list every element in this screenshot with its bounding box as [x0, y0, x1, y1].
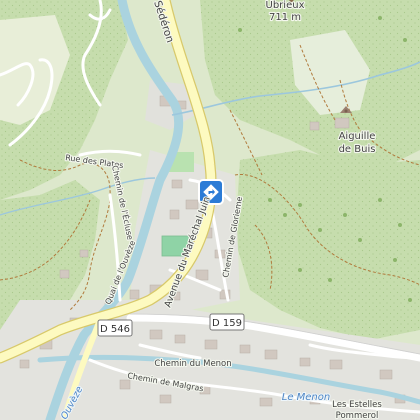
road-ref-d546: D 546 [97, 319, 133, 337]
road-ref-d159-label: D 159 [212, 318, 242, 329]
map-view[interactable]: Ubrieux 711 m Aiguille de Buis Sédéron R… [0, 0, 420, 420]
place-label-les-estelles: Les Estelles [332, 400, 382, 410]
street-label-chemin-menon: Chemin du Menon [154, 359, 231, 369]
peak-name-label: Ubrieux [266, 0, 305, 11]
road-ref-d159: D 159 [209, 313, 245, 331]
water-label-menon: Le Menon [282, 392, 330, 403]
rock-name-label-1: Aiguille [339, 131, 376, 142]
map-canvas[interactable]: Ubrieux 711 m Aiguille de Buis Sédéron R… [0, 0, 420, 420]
road-ref-d546-label: D 546 [100, 324, 130, 335]
rock-name-label-2: de Buis [339, 144, 376, 155]
peak-elevation-label: 711 m [269, 12, 301, 23]
place-label-pommerol: Pommerol [336, 411, 379, 420]
